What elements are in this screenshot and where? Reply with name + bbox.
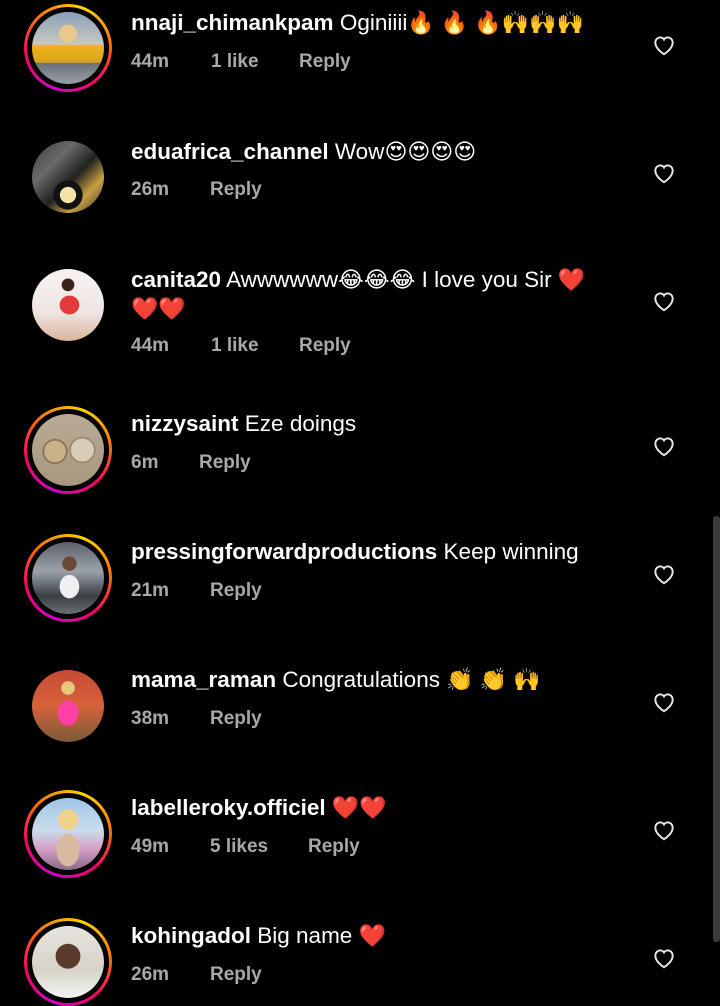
- comment-emoji: 😂😂😂: [338, 267, 416, 292]
- comment-text: pressingforwardproductions Keep winning: [131, 537, 631, 566]
- comment-username[interactable]: canita20: [131, 267, 221, 292]
- heart-outline-icon[interactable]: [651, 433, 677, 459]
- avatar-story-ring[interactable]: [24, 4, 112, 92]
- avatar: [32, 12, 104, 84]
- comment-text: labelleroky.officiel ❤️❤️: [131, 793, 631, 822]
- reply-button[interactable]: Reply: [210, 708, 262, 730]
- comment-time: 44m: [131, 335, 170, 356]
- heart-outline-icon[interactable]: [651, 945, 677, 971]
- avatar-story-ring[interactable]: [24, 534, 112, 622]
- comment-time: 38m: [131, 708, 170, 729]
- avatar[interactable]: [32, 269, 104, 341]
- comment-username[interactable]: kohingadol: [131, 923, 251, 948]
- comment-time: 21m: [131, 580, 170, 601]
- comment-text: nnaji_chimankpam Oginiiii🔥 🔥 🔥🙌🙌🙌: [131, 8, 631, 37]
- comment-body: Eze doings: [244, 411, 357, 436]
- comment-likes[interactable]: 5 likes: [210, 836, 308, 858]
- comment-time: 49m: [131, 836, 170, 857]
- comment-body: Oginiiii: [339, 10, 408, 35]
- comment-emoji: 🔥 🔥 🔥🙌🙌🙌: [407, 10, 584, 35]
- comment-username[interactable]: labelleroky.officiel: [131, 795, 326, 820]
- heart-outline-icon[interactable]: [651, 689, 677, 715]
- avatar: [32, 798, 104, 870]
- comment-time: 26m: [131, 179, 170, 200]
- comment-likes[interactable]: 1 like: [211, 335, 299, 357]
- heart-outline-icon[interactable]: [651, 288, 677, 314]
- comment-username[interactable]: mama_raman: [131, 667, 276, 692]
- avatar[interactable]: [32, 141, 104, 213]
- avatar: [32, 926, 104, 998]
- heart-outline-icon[interactable]: [651, 32, 677, 58]
- comment-text: kohingadol Big name ❤️: [131, 921, 631, 950]
- comment-emoji: ❤️: [358, 923, 386, 948]
- comment-meta: 44m 1 like Reply: [131, 335, 351, 357]
- comment-body: Big name: [257, 923, 353, 948]
- comment-emoji: 👏 👏 🙌: [446, 667, 541, 692]
- comment-username[interactable]: nnaji_chimankpam: [131, 10, 334, 35]
- comment-body: Wow: [334, 139, 385, 164]
- comment-time: 6m: [131, 452, 159, 473]
- comment-username[interactable]: nizzysaint: [131, 411, 239, 436]
- comment-time: 26m: [131, 964, 170, 985]
- avatar: [32, 542, 104, 614]
- comment-meta: 44m 1 like Reply: [131, 51, 351, 73]
- heart-outline-icon[interactable]: [651, 561, 677, 587]
- avatar: [32, 414, 104, 486]
- comment-text: mama_raman Congratulations 👏 👏 🙌: [131, 665, 631, 694]
- reply-button[interactable]: Reply: [299, 51, 351, 73]
- comment-meta: 21m Reply: [131, 580, 262, 602]
- comment-body: Awwwwww: [226, 267, 339, 292]
- comment-text: nizzysaint Eze doings: [131, 409, 631, 438]
- reply-button[interactable]: Reply: [210, 580, 262, 602]
- comment-meta: 49m 5 likes Reply: [131, 836, 360, 858]
- comment-time: 44m: [131, 51, 170, 72]
- reply-button[interactable]: Reply: [199, 452, 251, 474]
- reply-button[interactable]: Reply: [308, 836, 360, 858]
- comment-username[interactable]: pressingforwardproductions: [131, 539, 437, 564]
- comment-meta: 26m Reply: [131, 179, 262, 201]
- comment-emoji: 😍😍😍😍: [384, 139, 477, 164]
- avatar[interactable]: [32, 670, 104, 742]
- avatar-story-ring[interactable]: [24, 406, 112, 494]
- comment-meta: 26m Reply: [131, 964, 262, 986]
- comment-emoji: ❤️❤️: [331, 795, 387, 820]
- comment-text: eduafrica_channel Wow😍😍😍😍: [131, 137, 631, 166]
- comment-body: Congratulations: [282, 667, 440, 692]
- avatar-story-ring[interactable]: [24, 918, 112, 1006]
- comment-meta: 38m Reply: [131, 708, 262, 730]
- comment-likes[interactable]: 1 like: [211, 51, 299, 73]
- comment-emoji: ❤️: [557, 267, 586, 292]
- reply-button[interactable]: Reply: [210, 964, 262, 986]
- comment-text: canita20 Awwwwww😂😂😂 I love you Sir ❤️ ❤️…: [131, 265, 631, 323]
- comment-body: Keep winning: [443, 539, 579, 564]
- comment-username[interactable]: eduafrica_channel: [131, 139, 329, 164]
- scrollbar[interactable]: [713, 516, 720, 942]
- reply-button[interactable]: Reply: [210, 179, 262, 201]
- heart-outline-icon[interactable]: [651, 817, 677, 843]
- heart-outline-icon[interactable]: [651, 160, 677, 186]
- comment-emoji: ❤️❤️: [131, 296, 186, 321]
- comment-body-continued: I love you Sir: [421, 267, 552, 292]
- avatar-story-ring[interactable]: [24, 790, 112, 878]
- comment-meta: 6m Reply: [131, 452, 251, 474]
- reply-button[interactable]: Reply: [299, 335, 351, 357]
